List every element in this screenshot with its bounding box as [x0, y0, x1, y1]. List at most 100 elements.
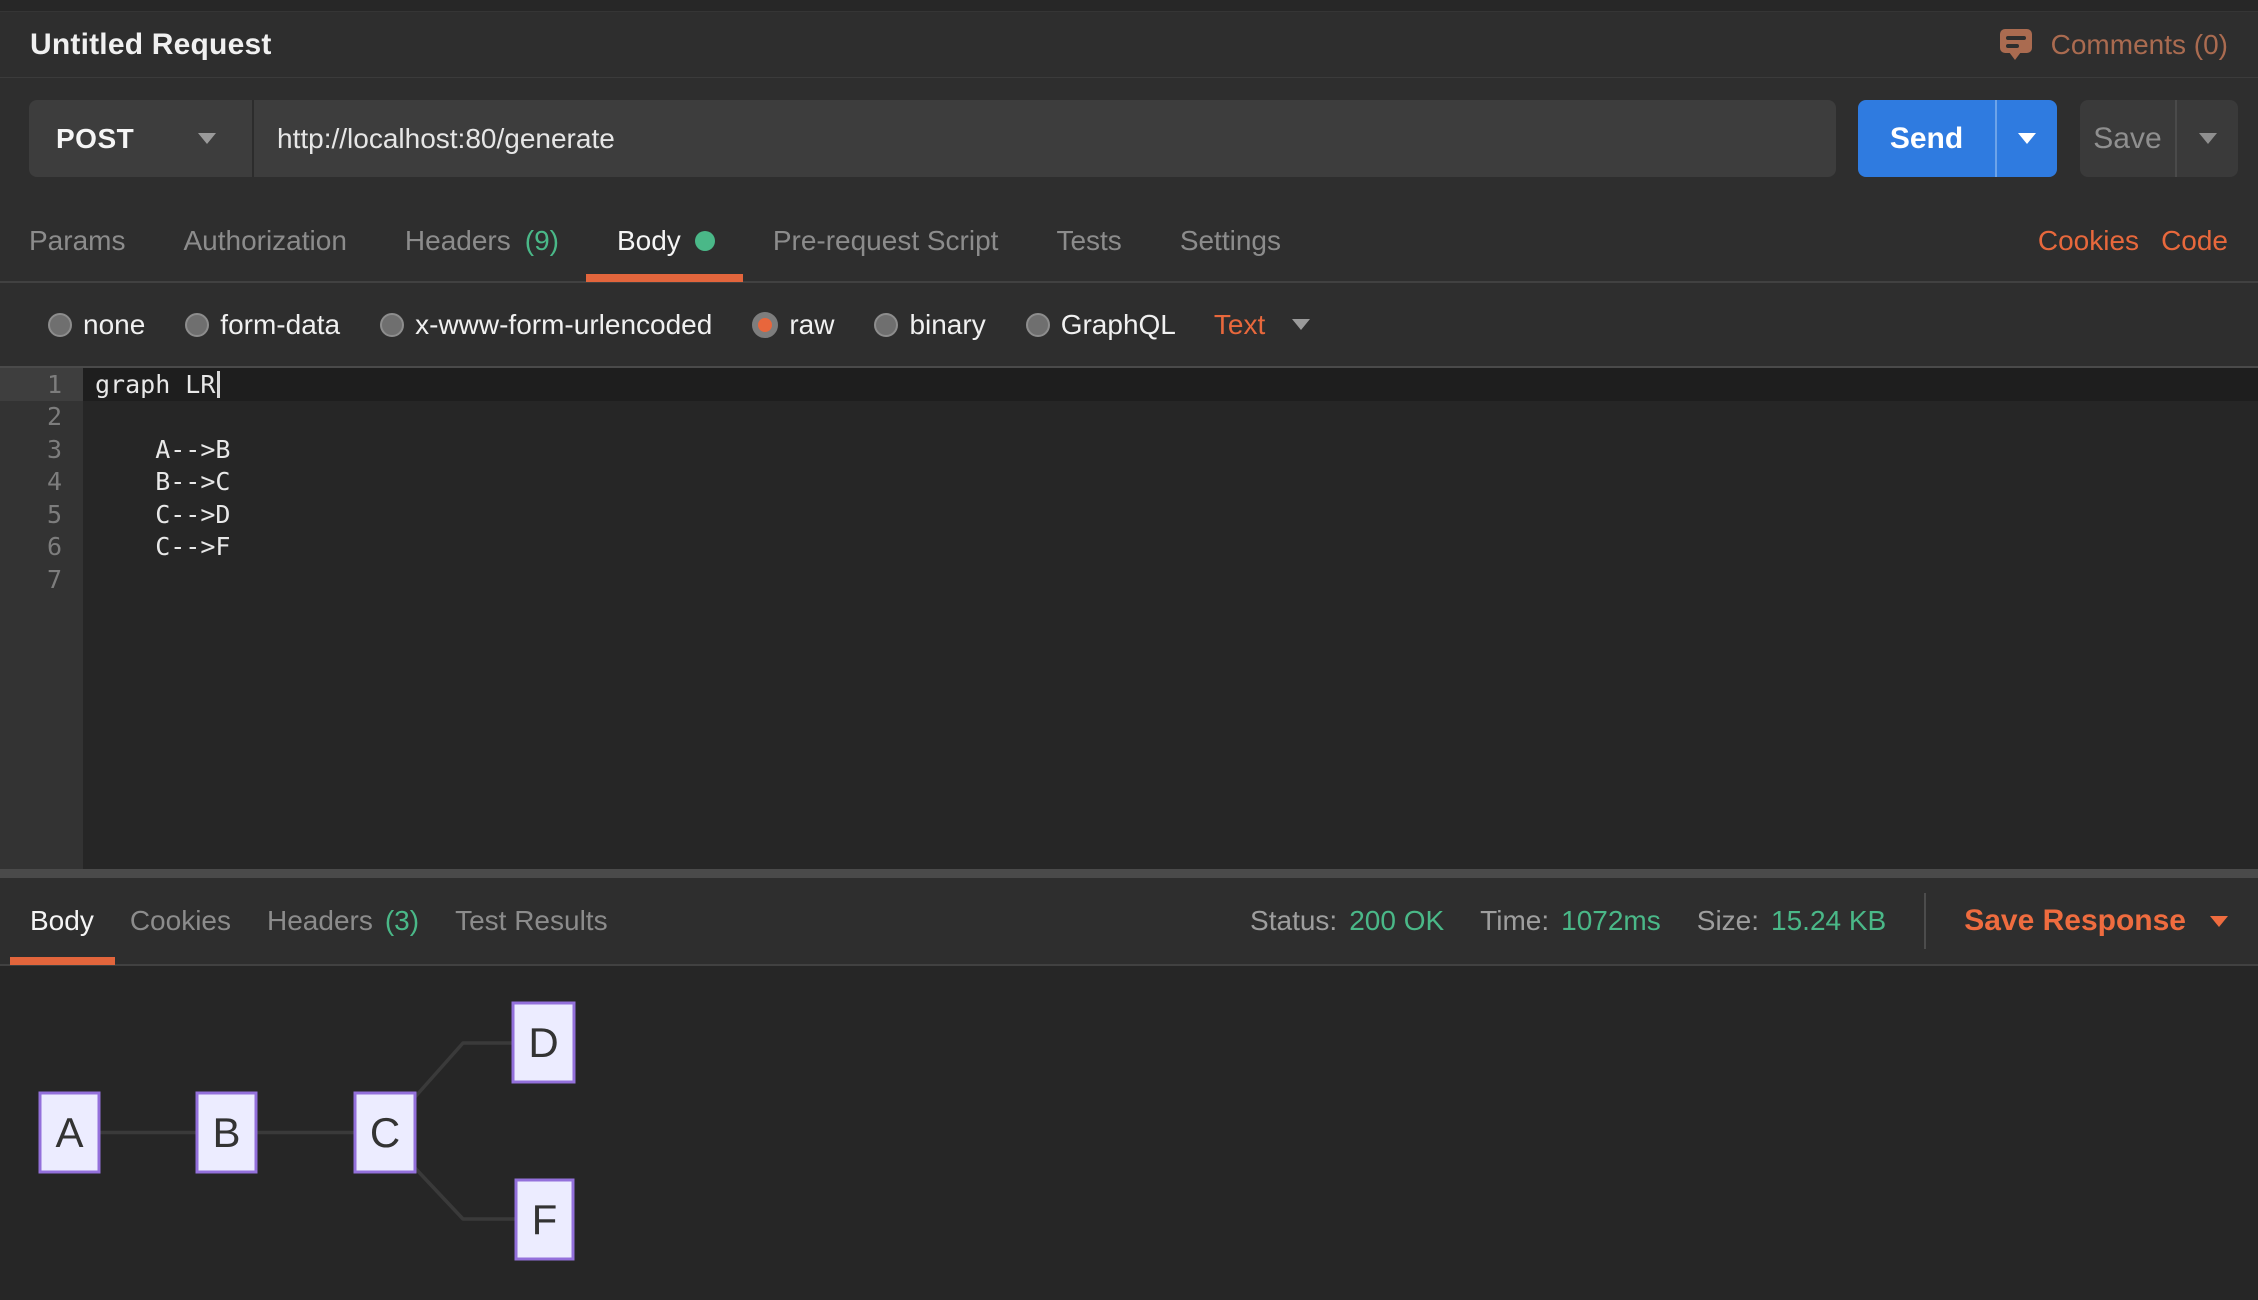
response-tab-test-results[interactable]: Test Results: [455, 877, 608, 965]
line-number: 6: [0, 531, 83, 564]
tab-headers[interactable]: Headers (9): [405, 199, 559, 282]
url-input-group: POST http://localhost:80/generate: [29, 100, 1836, 177]
method-select[interactable]: POST: [29, 100, 254, 177]
editor-line[interactable]: 4 B-->C: [0, 466, 2258, 499]
save-button[interactable]: Save: [2080, 100, 2238, 177]
size-label: Size:: [1697, 905, 1759, 937]
editor-line[interactable]: 5 C-->D: [0, 498, 2258, 531]
svg-text:B: B: [212, 1109, 240, 1156]
body-mode-row: none form-data x-www-form-urlencoded raw…: [0, 283, 2258, 368]
tab-body[interactable]: Body: [617, 199, 715, 282]
chevron-down-icon: [198, 133, 216, 144]
request-title: Untitled Request: [30, 28, 272, 62]
editor-line[interactable]: 1 graph LR: [0, 368, 2258, 401]
svg-text:C: C: [370, 1109, 400, 1156]
mode-x-www-form-urlencoded[interactable]: x-www-form-urlencoded: [380, 309, 712, 341]
response-tab-headers[interactable]: Headers (3): [267, 877, 419, 965]
response-tab-body[interactable]: Body: [30, 877, 94, 965]
save-response-button[interactable]: Save Response: [1964, 904, 2228, 938]
raw-format-select[interactable]: Text: [1214, 309, 1310, 341]
graph-node-A: A: [40, 1093, 99, 1172]
code-link[interactable]: Code: [2161, 225, 2228, 257]
code-text: B-->C: [83, 467, 230, 496]
editor-line[interactable]: 2: [0, 401, 2258, 434]
send-options-button[interactable]: [1997, 100, 2057, 177]
editor-line[interactable]: 6 C-->F: [0, 531, 2258, 564]
size-meta: Size: 15.24 KB: [1697, 905, 1886, 937]
comments-button[interactable]: Comments (0): [1997, 27, 2228, 63]
radio-icon[interactable]: [380, 313, 404, 337]
svg-text:A: A: [55, 1109, 83, 1156]
app-window: Untitled Request Comments (0) POST http:…: [0, 0, 2258, 1300]
svg-text:D: D: [528, 1019, 558, 1066]
time-meta: Time: 1072ms: [1480, 905, 1661, 937]
mode-none[interactable]: none: [48, 309, 145, 341]
response-tab-cookies[interactable]: Cookies: [130, 877, 231, 965]
line-number: 7: [0, 563, 83, 596]
method-value: POST: [56, 123, 134, 155]
chevron-down-icon: [2018, 133, 2036, 144]
mode-form-data[interactable]: form-data: [185, 309, 340, 341]
graph-node-F: F: [516, 1180, 573, 1259]
comment-bubble-icon: [1997, 27, 2035, 63]
tab-settings[interactable]: Settings: [1180, 199, 1281, 282]
save-button-label[interactable]: Save: [2080, 100, 2177, 177]
request-tabs-bar: Params Authorization Headers (9) Body Pr…: [0, 200, 2258, 283]
mode-raw[interactable]: raw: [752, 309, 834, 341]
line-number: 5: [0, 498, 83, 531]
response-meta: Status: 200 OK Time: 1072ms Size: 15.24 …: [1250, 893, 2228, 949]
headers-count-badge: (9): [525, 225, 559, 257]
request-tab-links: Cookies Code: [2038, 225, 2228, 257]
time-label: Time:: [1480, 905, 1549, 937]
response-headers-count-badge: (3): [385, 905, 419, 937]
code-text: C-->D: [83, 500, 230, 529]
request-url-row: POST http://localhost:80/generate Send S…: [0, 78, 2258, 200]
chevron-down-icon: [2210, 916, 2228, 927]
time-value: 1072ms: [1561, 905, 1661, 937]
body-code-editor[interactable]: 1 graph LR 2 3 A-->B 4 B-->C 5 C-->D 6 C…: [0, 368, 2258, 878]
comments-label: Comments (0): [2051, 29, 2228, 61]
chevron-down-icon: [2199, 133, 2217, 144]
cookies-link[interactable]: Cookies: [2038, 225, 2139, 257]
response-bar: Body Cookies Headers (3) Test Results St…: [0, 878, 2258, 966]
raw-format-value: Text: [1214, 309, 1265, 341]
url-input[interactable]: http://localhost:80/generate: [254, 123, 615, 155]
window-top-edge: [0, 0, 2258, 12]
status-meta: Status: 200 OK: [1250, 905, 1444, 937]
flowchart-graph: A B C D F: [0, 966, 700, 1300]
tab-pre-request-script[interactable]: Pre-request Script: [773, 199, 999, 282]
response-tabs: Body Cookies Headers (3) Test Results: [30, 877, 1250, 965]
mode-binary[interactable]: binary: [874, 309, 985, 341]
svg-text:F: F: [532, 1196, 558, 1243]
radio-icon[interactable]: [1026, 313, 1050, 337]
send-button[interactable]: Send: [1858, 100, 2057, 177]
tab-tests[interactable]: Tests: [1056, 199, 1121, 282]
tab-authorization[interactable]: Authorization: [183, 199, 346, 282]
chevron-down-icon: [1292, 319, 1310, 330]
save-options-button[interactable]: [2177, 100, 2238, 177]
editor-line[interactable]: 7: [0, 563, 2258, 596]
code-text: graph LR: [83, 370, 215, 399]
editor-line[interactable]: 3 A-->B: [0, 433, 2258, 466]
radio-icon[interactable]: [185, 313, 209, 337]
text-cursor: [217, 371, 220, 398]
radio-selected-icon[interactable]: [752, 312, 778, 338]
send-button-label[interactable]: Send: [1858, 100, 1997, 177]
size-value: 15.24 KB: [1771, 905, 1886, 937]
tab-params[interactable]: Params: [29, 199, 125, 282]
radio-icon[interactable]: [874, 313, 898, 337]
graph-node-D: D: [513, 1003, 574, 1082]
radio-icon[interactable]: [48, 313, 72, 337]
editor-gutter: [0, 596, 83, 870]
body-filled-dot-icon: [695, 231, 715, 251]
code-text: C-->F: [83, 532, 230, 561]
request-tabs: Params Authorization Headers (9) Body Pr…: [29, 199, 2038, 282]
code-text: A-->B: [83, 435, 230, 464]
request-titlebar: Untitled Request Comments (0): [0, 12, 2258, 78]
response-body-panel: A B C D F: [0, 966, 2258, 1300]
line-number: 4: [0, 466, 83, 499]
line-number: 3: [0, 433, 83, 466]
mode-graphql[interactable]: GraphQL: [1026, 309, 1176, 341]
status-label: Status:: [1250, 905, 1337, 937]
status-value: 200 OK: [1349, 905, 1444, 937]
